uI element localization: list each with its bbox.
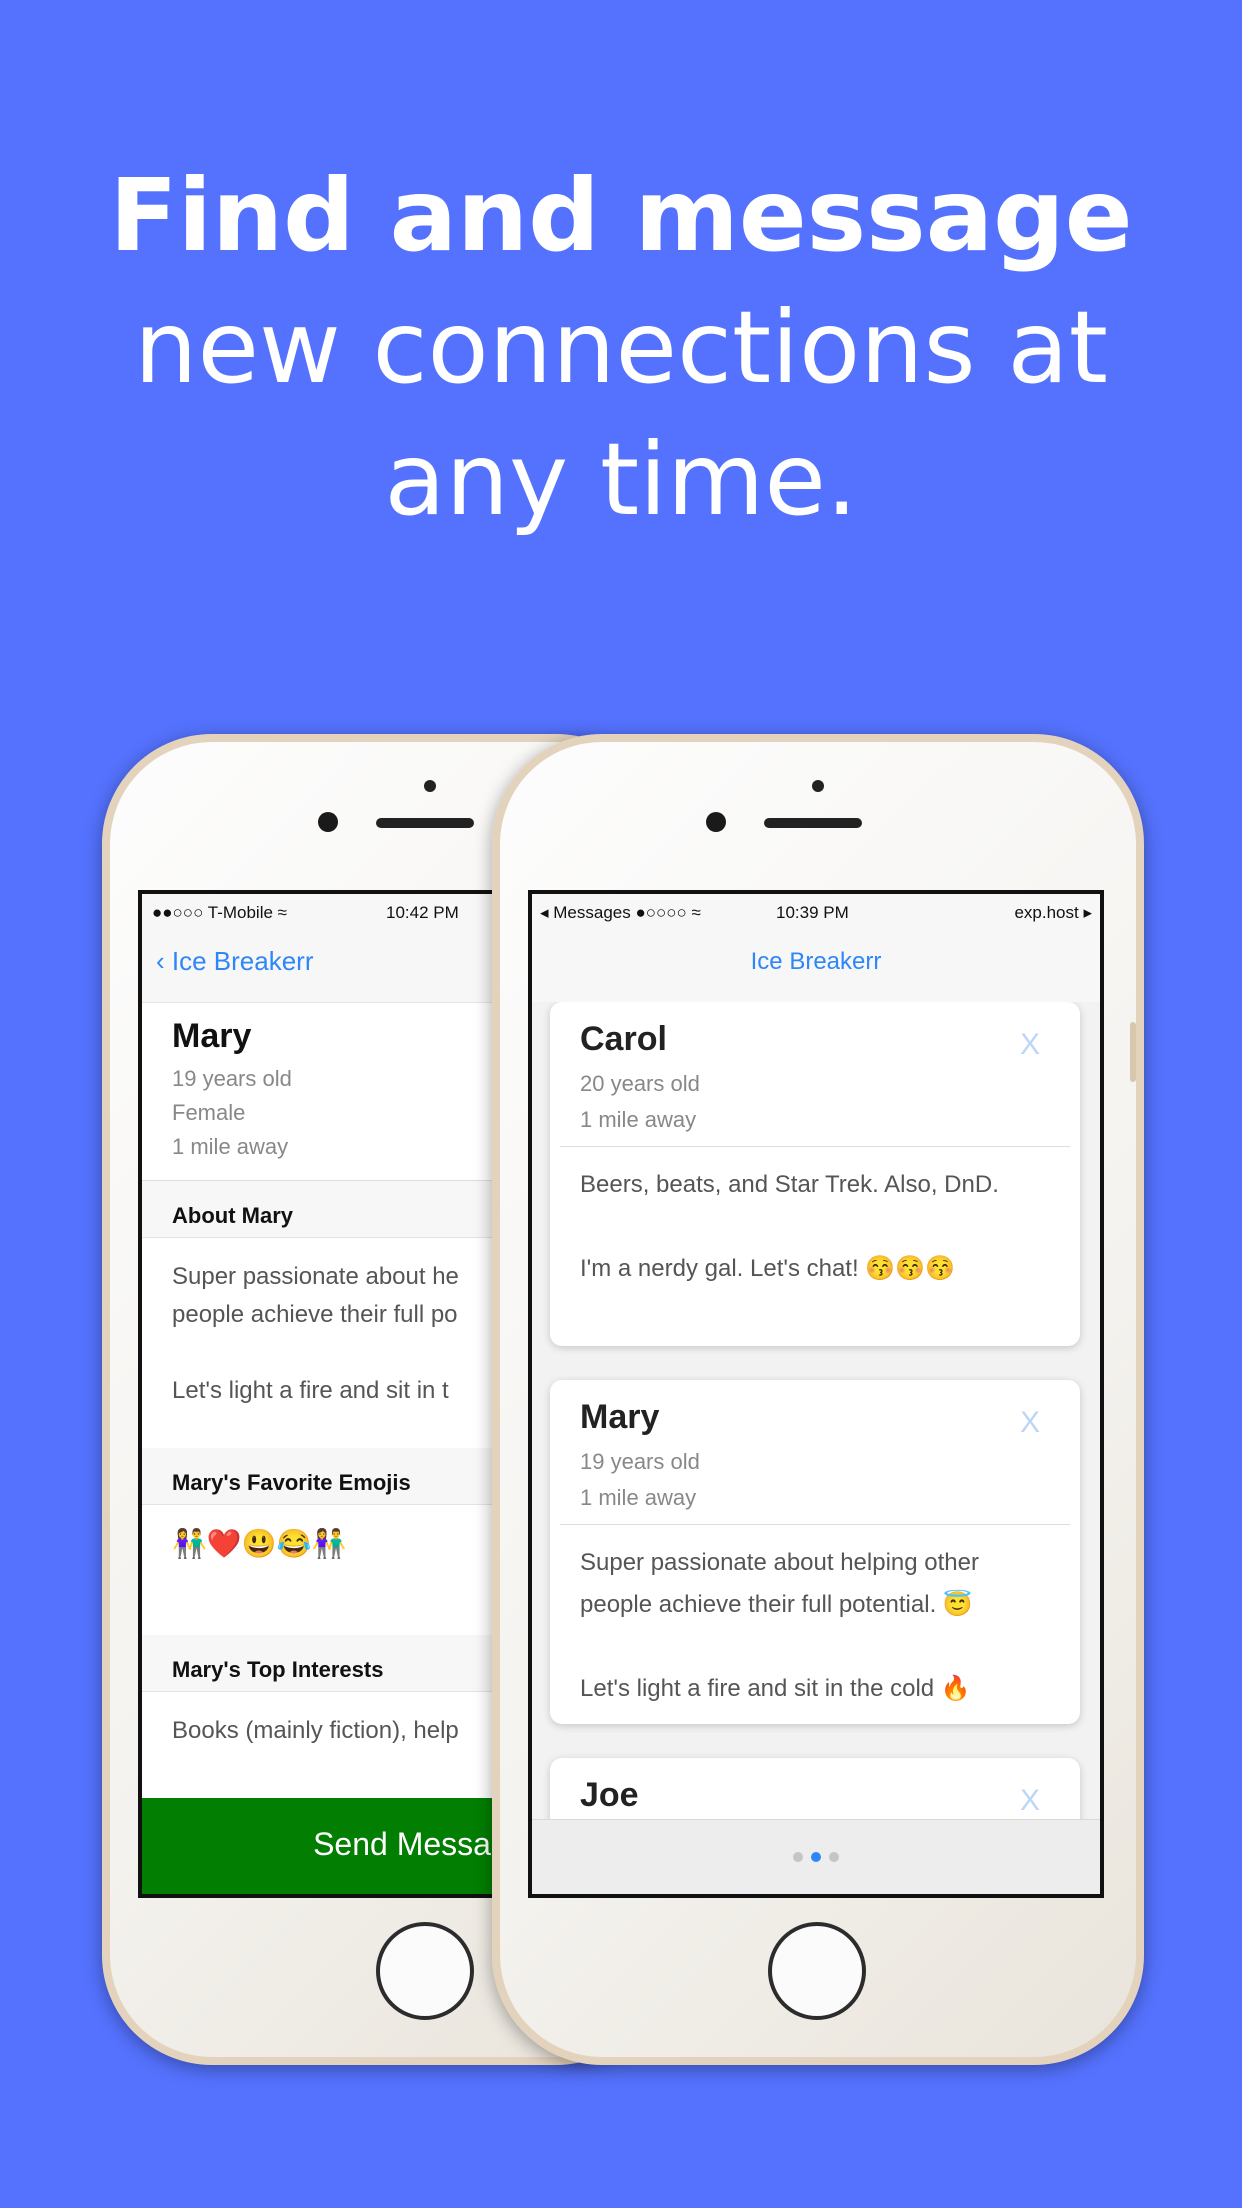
- card-divider: [560, 1524, 1070, 1525]
- page-indicator[interactable]: [532, 1819, 1100, 1894]
- earpiece: [764, 818, 862, 828]
- card-list[interactable]: Carol X 20 years old 1 mile away Beers, …: [532, 1002, 1100, 1820]
- status-bar: ◂ Messages ●○○○○ ≈ 10:39 PM exp.host ▸: [532, 894, 1100, 930]
- card-meta: 20 years old 1 mile away: [580, 1071, 700, 1132]
- close-icon[interactable]: X: [1020, 1406, 1040, 1440]
- front-sensor: [424, 780, 436, 792]
- page-dot[interactable]: [829, 1852, 839, 1862]
- exp-host-link[interactable]: exp.host ▸: [1014, 903, 1092, 923]
- home-button[interactable]: [376, 1922, 474, 2020]
- headline: Find and message new connections at any …: [0, 150, 1242, 546]
- headline-line-2: new connections at: [134, 289, 1108, 406]
- page-dot[interactable]: [793, 1852, 803, 1862]
- status-time: 10:39 PM: [776, 903, 849, 922]
- phone-front: ◂ Messages ●○○○○ ≈ 10:39 PM exp.host ▸ I…: [492, 734, 1144, 2065]
- front-sensor: [812, 780, 824, 792]
- card-name: Joe: [580, 1776, 639, 1814]
- return-to-messages[interactable]: ◂ Messages ●○○○○ ≈: [540, 903, 701, 923]
- nav-bar: Ice Breakerr: [532, 930, 1100, 1003]
- page-dot-active[interactable]: [811, 1852, 821, 1862]
- carrier-signal: ●●○○○ T-Mobile ≈: [152, 903, 287, 922]
- card-bio: Super passionate about helping other peo…: [580, 1549, 979, 1702]
- card-name: Mary: [580, 1398, 660, 1436]
- match-card[interactable]: Joe X: [550, 1758, 1080, 1820]
- headline-line-1: Find and message: [109, 157, 1133, 274]
- status-time: 10:42 PM: [386, 903, 459, 922]
- match-card[interactable]: Carol X 20 years old 1 mile away Beers, …: [550, 1002, 1080, 1346]
- home-button[interactable]: [768, 1922, 866, 2020]
- front-camera: [318, 812, 338, 832]
- headline-line-3: any time.: [384, 421, 858, 538]
- nav-title: Ice Breakerr: [750, 948, 882, 975]
- card-meta: 19 years old 1 mile away: [580, 1449, 700, 1510]
- back-button[interactable]: ‹ Ice Breakerr: [156, 946, 314, 977]
- close-icon[interactable]: X: [1020, 1028, 1040, 1062]
- matches-screen: ◂ Messages ●○○○○ ≈ 10:39 PM exp.host ▸ I…: [528, 890, 1104, 1898]
- close-icon[interactable]: X: [1020, 1784, 1040, 1818]
- card-name: Carol: [580, 1020, 667, 1058]
- earpiece: [376, 818, 474, 828]
- card-bio: Beers, beats, and Star Trek. Also, DnD. …: [580, 1171, 999, 1282]
- front-camera: [706, 812, 726, 832]
- card-divider: [560, 1146, 1070, 1147]
- power-button: [1130, 1022, 1136, 1082]
- match-card[interactable]: Mary X 19 years old 1 mile away Super pa…: [550, 1380, 1080, 1724]
